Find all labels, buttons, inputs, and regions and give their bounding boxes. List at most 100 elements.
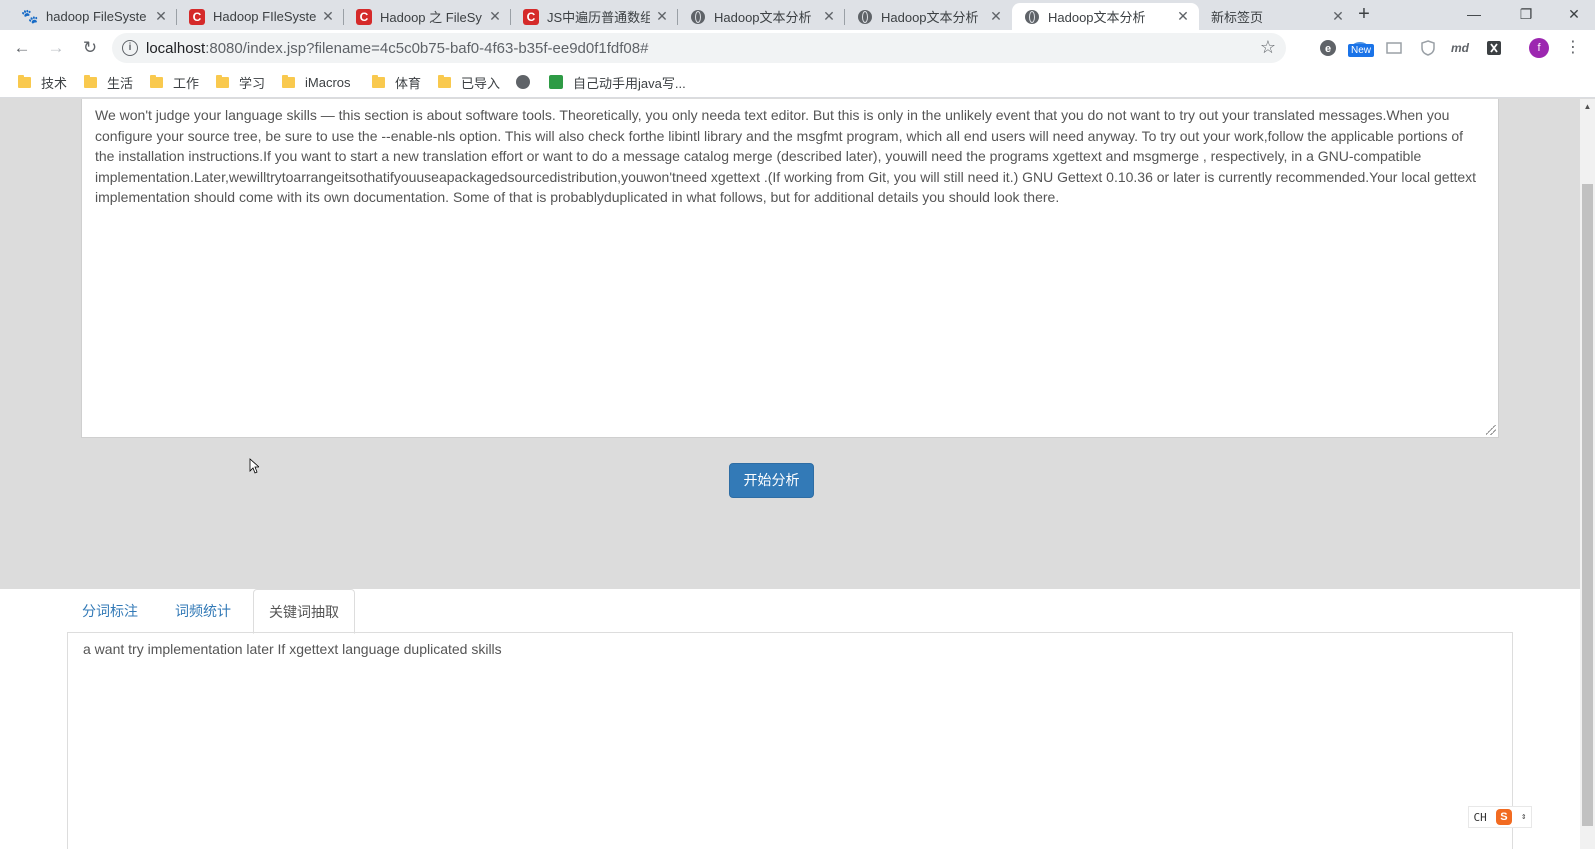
source-textarea[interactable]: We won't judge your language skills — th… [81, 99, 1499, 438]
new-tab-icon[interactable]: + [1354, 4, 1374, 24]
url-text[interactable]: localhost:8080/index.jsp?filename=4c5c0b… [146, 40, 648, 57]
folder-icon [216, 74, 229, 88]
extension-markdown-icon[interactable]: md [1450, 38, 1470, 58]
sogou-icon: S [1495, 809, 1512, 825]
tab-word-frequency[interactable]: 词频统计 [160, 589, 246, 633]
site-info-icon[interactable]: i [122, 40, 138, 56]
restore-icon[interactable]: ❐ [1516, 4, 1536, 24]
bookmark-folder[interactable]: 生活 [84, 74, 134, 91]
result-panel: 分词标注 词频统计 关键词抽取 a want try implementatio… [0, 589, 1580, 849]
close-icon[interactable]: ✕ [654, 8, 670, 25]
address-bar[interactable]: i localhost:8080/index.jsp?filename=4c5c… [112, 33, 1286, 63]
bookmark-star-icon[interactable]: ☆ [1260, 37, 1276, 58]
folder-icon [150, 74, 163, 88]
folder-icon [372, 74, 385, 88]
tab-title: 新标签页 [1211, 10, 1264, 25]
extension-new-badge: New [1348, 44, 1375, 57]
bookmark-folder[interactable]: iMacros [282, 74, 351, 90]
tab-title: Hadoop FIleSyste [213, 9, 316, 24]
profile-avatar[interactable]: f [1529, 38, 1549, 58]
close-icon[interactable]: ✕ [153, 8, 169, 25]
browser-menu-icon[interactable]: ⋮ [1565, 38, 1581, 58]
window-close-icon[interactable]: ✕ [1564, 4, 1584, 24]
browser-tab-strip: 🐾 hadoop FileSyste ✕ C Hadoop FIleSyste … [0, 0, 1595, 30]
reload-icon[interactable]: ↻ [80, 38, 100, 58]
close-icon[interactable]: ✕ [821, 8, 837, 25]
bookmark-folder[interactable]: 体育 [372, 74, 422, 91]
tab-title: hadoop FileSyste [46, 9, 147, 24]
tab-title: JS中遍历普通数组 [547, 10, 650, 25]
csdn-icon: C [189, 8, 205, 25]
page-scrollbar[interactable]: ▲ [1580, 99, 1595, 849]
globe-icon [516, 75, 530, 89]
url-path: :8080/index.jsp?filename=4c5c0b75-baf0-4… [205, 40, 649, 57]
baidu-icon: 🐾 [21, 8, 39, 24]
extension-excel-icon[interactable] [1484, 38, 1504, 58]
scrollbar-thumb[interactable] [1582, 184, 1593, 826]
globe-icon [690, 9, 706, 25]
bookmark-folder[interactable]: 学习 [216, 74, 266, 91]
bookmark-folder[interactable]: 已导入 [438, 74, 501, 91]
page-content: We won't judge your language skills — th… [0, 99, 1580, 849]
mouse-cursor-icon [249, 458, 259, 474]
bookmark-label: 体育 [395, 75, 422, 91]
folder-icon [282, 74, 295, 88]
browser-tab[interactable]: C Hadoop 之 FileSy ✕ [344, 3, 511, 30]
minimize-icon[interactable]: — [1464, 4, 1484, 24]
ime-toolbar[interactable]: CH S ⇕ [1468, 806, 1532, 828]
keyword-result-box: a want try implementation later If xgett… [67, 632, 1532, 849]
tab-title: Hadoop文本分析 [714, 10, 812, 25]
csdn-icon: C [356, 8, 372, 25]
close-icon[interactable]: ✕ [1330, 8, 1346, 25]
tab-keyword-extraction[interactable]: 关键词抽取 [253, 589, 355, 634]
start-analysis-button[interactable]: 开始分析 [729, 463, 814, 498]
bookmark-folder[interactable]: 技术 [18, 74, 68, 91]
close-icon[interactable]: ✕ [320, 8, 336, 25]
scroll-up-icon[interactable]: ▲ [1580, 99, 1595, 114]
extension-shield-icon[interactable] [1418, 38, 1438, 58]
close-icon[interactable]: ✕ [487, 8, 503, 25]
browser-tab[interactable]: Hadoop文本分析 ✕ [678, 3, 845, 30]
folder-icon [438, 74, 451, 88]
extension-e-icon[interactable]: e [1318, 38, 1338, 58]
browser-tab[interactable]: 🐾 hadoop FileSyste ✕ [10, 3, 177, 30]
bookmark-globe[interactable] [516, 74, 540, 90]
tab-title: Hadoop 之 FileSy [380, 10, 482, 25]
browser-tab[interactable]: 新标签页 ✕ [1199, 3, 1354, 30]
page-icon [549, 75, 563, 89]
folder-icon [84, 74, 97, 88]
browser-tab[interactable]: C JS中遍历普通数组 ✕ [511, 3, 678, 30]
svg-text:e: e [1325, 43, 1331, 55]
back-icon[interactable]: ← [12, 38, 32, 58]
keyword-result-text: a want try implementation later If xgett… [83, 641, 502, 657]
bookmark-label: 工作 [173, 75, 200, 91]
browser-tab[interactable]: C Hadoop FIleSyste ✕ [177, 3, 344, 30]
bookmark-label: 生活 [107, 75, 134, 91]
bookmark-label: 学习 [239, 75, 266, 91]
forward-icon[interactable]: → [46, 38, 66, 58]
bookmark-folder[interactable]: 工作 [150, 74, 200, 91]
bookmarks-bar: 技术 生活 工作 学习 iMacros 体育 已导入 自己动手用java写... [0, 66, 1595, 98]
url-host: localhost [146, 40, 206, 57]
ime-menu-icon[interactable]: ⇕ [1521, 812, 1526, 822]
markdown-label: md [1451, 41, 1469, 55]
browser-tab-active[interactable]: Hadoop文本分析 ✕ [1012, 3, 1199, 30]
ime-language-label: CH [1473, 810, 1487, 824]
close-icon[interactable]: ✕ [1175, 8, 1191, 25]
resize-handle[interactable] [1486, 425, 1496, 435]
bookmark-label: 技术 [41, 75, 68, 91]
csdn-icon: C [523, 8, 539, 25]
tab-word-segmentation[interactable]: 分词标注 [67, 589, 153, 633]
bookmark-label: 自己动手用java写... [573, 75, 686, 91]
globe-icon [1024, 9, 1040, 25]
browser-tab[interactable]: Hadoop文本分析 ✕ [845, 3, 1012, 30]
close-icon[interactable]: ✕ [988, 8, 1004, 25]
bookmark-label: iMacros [305, 74, 351, 90]
bookmark-label: 已导入 [461, 75, 501, 91]
globe-icon [857, 9, 873, 25]
bookmark-page[interactable]: 自己动手用java写... [549, 74, 686, 91]
extension-screen-icon[interactable] [1384, 38, 1404, 58]
tab-title: Hadoop文本分析 [1048, 10, 1146, 25]
folder-icon [18, 74, 31, 88]
result-tabs: 分词标注 词频统计 关键词抽取 [67, 589, 1513, 634]
